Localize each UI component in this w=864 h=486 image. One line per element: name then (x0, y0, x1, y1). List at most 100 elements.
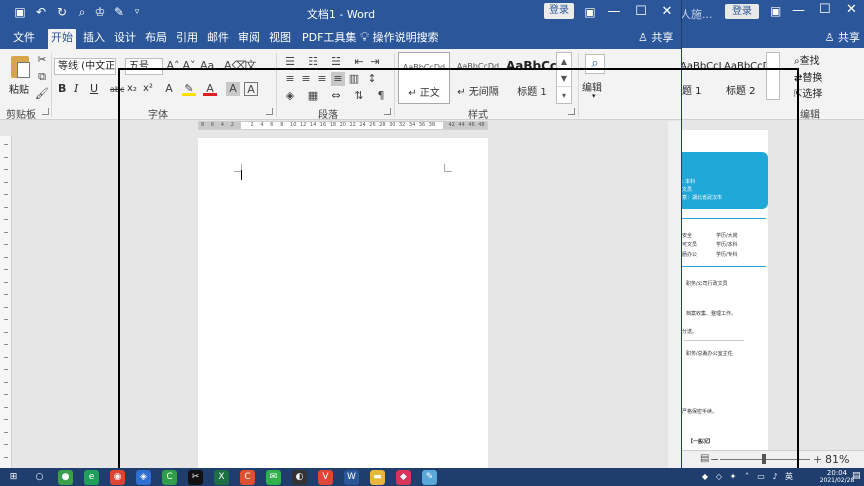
undo-icon[interactable]: ↶ (33, 4, 49, 20)
vertical-ruler[interactable] (0, 136, 12, 468)
camtasia-icon[interactable]: C (162, 470, 177, 485)
text-effects-icon[interactable]: A (162, 82, 176, 96)
distributed-icon[interactable]: ▥ (347, 72, 361, 86)
tab-mailings[interactable]: 邮件 (204, 29, 232, 49)
highlight-icon[interactable]: ✎ (182, 82, 196, 96)
tab-design[interactable]: 设计 (111, 29, 139, 49)
background-replace-button[interactable]: ⇄替换 (794, 69, 822, 84)
character-border-icon[interactable]: A (244, 82, 258, 96)
italic-button[interactable]: I (74, 82, 78, 96)
align-left-icon[interactable]: ≡ (283, 72, 297, 86)
capcut-icon[interactable]: ✂ (188, 470, 203, 485)
font-size-combo[interactable]: 五号 (125, 58, 163, 75)
background-minimize-icon[interactable]: — (792, 3, 805, 18)
app-pink-icon[interactable]: ◆ (396, 470, 411, 485)
app-dark-icon[interactable]: ◐ (292, 470, 307, 485)
app-blue-icon[interactable]: ◈ (136, 470, 151, 485)
background-find-button[interactable]: ⌕查找 (794, 52, 820, 67)
background-ribbon-display-icon[interactable]: ▣ (770, 4, 781, 18)
shrink-font-icon[interactable]: A˅ (182, 59, 196, 73)
chrome-icon[interactable]: ◉ (110, 470, 125, 485)
tab-review[interactable]: 审阅 (235, 29, 263, 49)
superscript-button[interactable]: x² (143, 82, 153, 96)
font-dialog-launcher[interactable] (266, 108, 273, 115)
volume-icon[interactable]: ♪ (770, 472, 780, 482)
sort-icon[interactable]: ⇅ (352, 89, 366, 103)
close-icon[interactable]: ✕ (657, 3, 677, 21)
borders-icon[interactable]: ▦ (306, 89, 320, 103)
subscript-button[interactable]: x₂ (127, 82, 137, 96)
grow-font-icon[interactable]: A˄ (166, 59, 180, 73)
font-color-icon[interactable]: A (203, 82, 217, 96)
tab-home[interactable]: 开始 (48, 29, 76, 49)
app-green-icon[interactable]: ● (58, 470, 73, 485)
style-no-spacing[interactable]: AaBbCcDd ↵ 无间隔 (452, 52, 504, 104)
notepad-icon[interactable]: ✎ (422, 470, 437, 485)
share-button[interactable]: ♙ 共享 (638, 29, 673, 46)
wechat-icon[interactable]: ✉ (266, 470, 281, 485)
change-case-icon[interactable]: Aa (200, 59, 214, 73)
increase-indent-icon[interactable]: ⇥ (368, 55, 382, 69)
paste-button[interactable]: 粘贴 (6, 51, 36, 101)
tray-app-icon[interactable]: ✦ (728, 472, 738, 482)
styles-more-icon[interactable]: ▾ (557, 87, 571, 104)
print-preview-icon[interactable]: ⌕ (74, 4, 90, 20)
cut-icon[interactable]: ✂ (35, 53, 49, 67)
clipboard-dialog-launcher[interactable] (42, 108, 49, 115)
shading-icon[interactable]: ◈ (283, 89, 297, 103)
folder-icon[interactable]: ▬ (370, 470, 385, 485)
org-chart-icon[interactable]: ♔ (92, 4, 108, 20)
tell-me-search[interactable]: 💡︎ 操作说明搜索 (360, 29, 439, 46)
clear-formatting-icon[interactable]: A⌫ (224, 59, 247, 73)
tray-app-icon[interactable]: ◆ (700, 472, 710, 482)
line-spacing-icon[interactable]: ↕ (365, 72, 379, 86)
horizontal-ruler[interactable]: 8 6 4 2 2 4 6 8 10 12 14 16 18 20 22 24 26 28 30 32 34 36 38 42… (198, 121, 488, 130)
zoom-slider-thumb[interactable] (762, 454, 766, 464)
justify-icon[interactable]: ≡ (331, 72, 345, 86)
vivaldi-icon[interactable]: V (318, 470, 333, 485)
zoom-out-icon[interactable]: − (710, 453, 719, 466)
tab-view[interactable]: 视图 (266, 29, 294, 49)
minimize-icon[interactable]: — (604, 3, 624, 21)
tab-file[interactable]: 文件 (10, 29, 38, 49)
strikethrough-button[interactable]: abc (110, 83, 124, 97)
styles-gallery-scroll[interactable]: ▲ ▼ ▾ (556, 52, 572, 104)
background-select-button[interactable]: ⇱选择 (794, 85, 822, 100)
zoom-level[interactable]: 81% (825, 453, 849, 466)
maximize-icon[interactable]: ☐ (631, 3, 651, 21)
paragraph-dialog-launcher[interactable] (384, 108, 391, 115)
underline-button[interactable]: U (90, 82, 98, 96)
phonetic-guide-icon[interactable]: 文 (244, 59, 258, 73)
vertical-scrollbar[interactable] (668, 121, 681, 468)
tab-pdf-tools[interactable]: PDF工具集 (299, 29, 359, 49)
bold-button[interactable]: B (58, 82, 66, 96)
format-painter-icon[interactable]: ✎ (111, 4, 127, 20)
background-style-name-1[interactable]: 题 1 (682, 82, 702, 97)
redo-icon[interactable]: ↻ (54, 4, 70, 20)
background-login-button[interactable]: 登录 (725, 4, 759, 19)
search-icon[interactable]: ○ (32, 470, 47, 485)
bullets-icon[interactable]: ☰ (283, 55, 297, 69)
start-icon[interactable]: ⊞ (6, 470, 21, 485)
excel-icon[interactable]: X (214, 470, 229, 485)
notification-icon[interactable]: ▤ (852, 471, 861, 481)
format-painter-icon[interactable]: 🖌︎ (35, 87, 49, 101)
word-icon[interactable]: W (344, 470, 359, 485)
tab-references[interactable]: 引用 (173, 29, 201, 49)
font-name-combo[interactable]: 等线 (中文正文) (54, 58, 116, 75)
numbering-icon[interactable]: ☷ (306, 55, 320, 69)
login-button[interactable]: 登录 (544, 3, 574, 19)
ribbon-display-icon[interactable]: ▣ (580, 3, 600, 21)
tray-overflow-icon[interactable]: ˄ (742, 472, 752, 482)
editing-button[interactable]: ⌕ 编辑 ▾ (582, 52, 608, 104)
input-method-icon[interactable]: 英 (784, 472, 794, 482)
style-normal[interactable]: AaBbCcDd ↵ 正文 (398, 52, 450, 104)
view-mode-icon[interactable]: ▤ (700, 453, 709, 464)
styles-dialog-launcher[interactable] (568, 108, 575, 115)
style-heading-1[interactable]: AaBbCcI 标题 1 (506, 52, 558, 104)
background-close-icon[interactable]: ✕ (846, 2, 857, 17)
tray-app-icon[interactable]: ◇ (714, 472, 724, 482)
styles-scroll-up-icon[interactable]: ▲ (557, 53, 571, 70)
tab-layout[interactable]: 布局 (142, 29, 170, 49)
save-icon[interactable]: ▣ (12, 4, 28, 20)
